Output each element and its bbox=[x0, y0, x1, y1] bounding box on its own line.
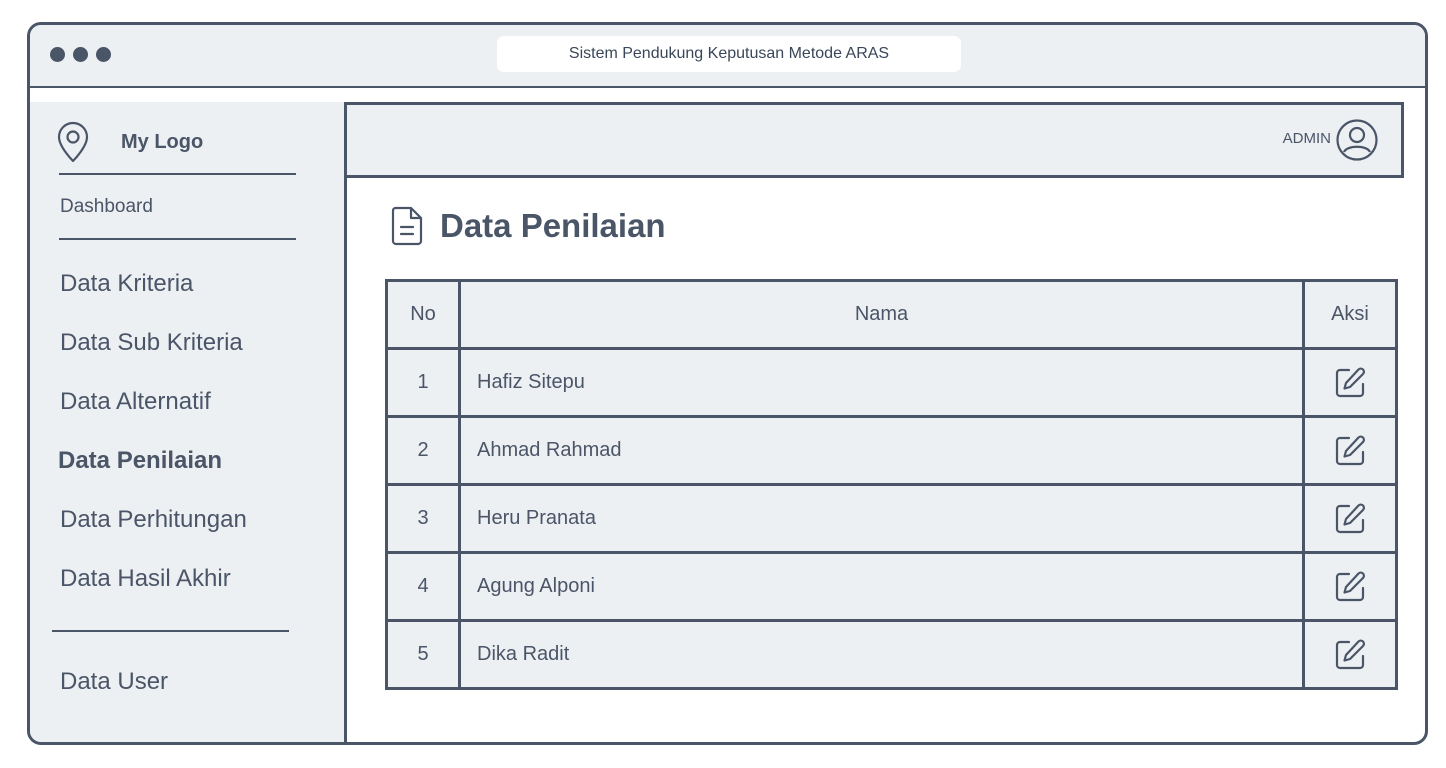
row-nama: Ahmad Rahmad bbox=[458, 415, 1305, 486]
user-avatar-icon[interactable] bbox=[1335, 118, 1379, 162]
browser-window: Sistem Pendukung Keputusan Metode ARAS M… bbox=[27, 22, 1428, 745]
title-bar: Sistem Pendukung Keputusan Metode ARAS bbox=[30, 25, 1425, 88]
sidebar: My Logo Dashboard Data Kriteria Data Sub… bbox=[30, 102, 347, 742]
row-number: 4 bbox=[385, 551, 461, 622]
edit-icon[interactable] bbox=[1332, 570, 1368, 601]
window-controls bbox=[50, 47, 111, 62]
row-action bbox=[1302, 551, 1398, 622]
close-dot[interactable] bbox=[50, 47, 65, 62]
row-action bbox=[1302, 415, 1398, 486]
row-nama: Dika Radit bbox=[458, 619, 1305, 690]
sidebar-item-data-hasil-akhir[interactable]: Data Hasil Akhir bbox=[60, 565, 231, 593]
table-row: 1 Hafiz Sitepu bbox=[385, 347, 1398, 418]
top-bar: ADMIN bbox=[344, 102, 1404, 178]
edit-icon[interactable] bbox=[1332, 502, 1368, 533]
row-number: 3 bbox=[385, 483, 461, 554]
document-icon bbox=[391, 206, 423, 246]
divider bbox=[52, 630, 289, 632]
user-name[interactable]: ADMIN bbox=[1283, 130, 1331, 147]
sidebar-item-data-perhitungan[interactable]: Data Perhitungan bbox=[60, 506, 247, 534]
logo-text: My Logo bbox=[121, 130, 204, 153]
map-pin-icon bbox=[57, 121, 89, 163]
row-nama: Agung Alponi bbox=[458, 551, 1305, 622]
row-number: 2 bbox=[385, 415, 461, 486]
column-header-nama: Nama bbox=[458, 279, 1305, 350]
sidebar-item-dashboard[interactable]: Dashboard bbox=[60, 196, 153, 218]
row-action bbox=[1302, 483, 1398, 554]
sidebar-item-data-user[interactable]: Data User bbox=[60, 668, 168, 696]
column-header-aksi: Aksi bbox=[1302, 279, 1398, 350]
sidebar-item-data-alternatif[interactable]: Data Alternatif bbox=[60, 388, 211, 416]
window-title: Sistem Pendukung Keputusan Metode ARAS bbox=[497, 36, 961, 72]
edit-icon[interactable] bbox=[1332, 638, 1368, 669]
row-number: 1 bbox=[385, 347, 461, 418]
minimize-dot[interactable] bbox=[73, 47, 88, 62]
logo[interactable]: My Logo bbox=[55, 120, 203, 164]
maximize-dot[interactable] bbox=[96, 47, 111, 62]
row-action bbox=[1302, 619, 1398, 690]
column-header-no: No bbox=[385, 279, 461, 350]
row-nama: Heru Pranata bbox=[458, 483, 1305, 554]
edit-icon[interactable] bbox=[1332, 434, 1368, 465]
table-row: 2 Ahmad Rahmad bbox=[385, 415, 1398, 486]
edit-icon[interactable] bbox=[1332, 366, 1368, 397]
sidebar-item-data-penilaian[interactable]: Data Penilaian bbox=[58, 447, 222, 475]
divider bbox=[59, 173, 296, 175]
row-number: 5 bbox=[385, 619, 461, 690]
sidebar-item-data-kriteria[interactable]: Data Kriteria bbox=[60, 270, 193, 298]
table-row: 3 Heru Pranata bbox=[385, 483, 1398, 554]
page-title: Data Penilaian bbox=[440, 207, 666, 244]
sidebar-item-data-sub-kriteria[interactable]: Data Sub Kriteria bbox=[60, 329, 243, 357]
table-row: 4 Agung Alponi bbox=[385, 551, 1398, 622]
divider bbox=[59, 238, 296, 240]
table-header-row: No Nama Aksi bbox=[385, 279, 1398, 350]
penilaian-table: No Nama Aksi 1 Hafiz Sitepu 2 Ahmad Rahmad 3… bbox=[385, 279, 1398, 690]
page-heading: Data Penilaian bbox=[390, 205, 666, 247]
row-action bbox=[1302, 347, 1398, 418]
table-row: 5 Dika Radit bbox=[385, 619, 1398, 690]
row-nama: Hafiz Sitepu bbox=[458, 347, 1305, 418]
